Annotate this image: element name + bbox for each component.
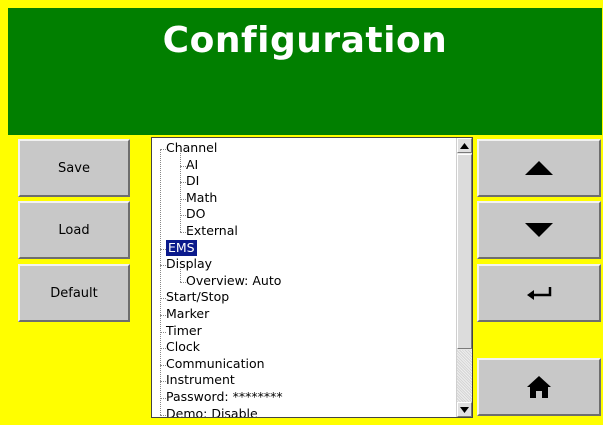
tree-item[interactable]: Channel [166,140,217,156]
tree-item[interactable]: Clock [166,339,200,355]
left-band [0,135,8,425]
tree-connector [160,149,161,415]
tree-item-label: Start/Stop [166,289,230,305]
tree-item-label: Communication [166,355,265,371]
tree-item-label: Demo: Disable [166,405,258,417]
tree-item-label: AI [186,156,199,172]
tree-connector [160,414,166,416]
tree-item-label: DI [186,173,200,189]
load-button[interactable]: Load [18,201,130,259]
tree-item-label: External [186,223,238,238]
tree-item-label: Timer [166,322,202,338]
tree-item-label: Marker [166,306,210,321]
tree-item-label: Clock [166,339,200,355]
tree-item[interactable]: Instrument [166,372,235,388]
tree-item[interactable]: Communication [166,356,265,372]
home-button[interactable] [477,358,601,416]
tree-item[interactable]: Overview: Auto [186,273,281,289]
tree-item[interactable]: Start/Stop [166,289,229,305]
scroll-thumb[interactable] [457,154,472,349]
scroll-up-icon [460,142,469,149]
tree-item[interactable]: Password: ******** [166,389,283,405]
header-bar: Configuration [8,8,602,135]
up-button[interactable] [477,139,601,197]
tree-connector [180,281,186,283]
scroll-track[interactable] [457,350,472,402]
tree-item[interactable]: AI [186,157,198,173]
config-tree[interactable]: Channel AI DI Math DO External EMS Display Overv… [151,137,473,418]
load-label: Load [58,222,90,238]
tree-item[interactable]: Marker [166,306,209,322]
tree-list[interactable]: Channel AI DI Math DO External EMS Display Overv… [152,138,457,417]
tree-item[interactable]: DI [186,173,199,189]
tree-item[interactable]: EMS [166,239,197,256]
home-icon [527,376,551,398]
down-arrow-icon [525,223,553,237]
scroll-down-icon [460,406,469,413]
scrollbar[interactable] [456,138,472,417]
default-button[interactable]: Default [18,264,130,322]
tree-item[interactable]: Display [166,256,212,272]
enter-arrow-icon [527,287,552,300]
tree-item-label: Channel [166,140,218,155]
scroll-up-button[interactable] [457,138,472,153]
save-button[interactable]: Save [18,139,130,197]
enter-button[interactable] [477,264,601,322]
tree-connector [180,153,181,232]
scroll-down-button[interactable] [457,402,472,417]
tree-item-label: EMS [166,239,197,256]
tree-item-label: Display [166,256,213,272]
tree-item-label: Instrument [166,372,235,388]
tree-item-label: Math [186,189,218,205]
tree-item-label: Password: ******** [166,389,283,404]
tree-item[interactable]: Math [186,190,217,206]
tree-item-label: Overview: Auto [186,272,282,288]
tree-item-label: DO [186,206,206,222]
page-title: Configuration [162,20,448,61]
down-button[interactable] [477,201,601,259]
tree-item[interactable]: DO [186,206,205,222]
tree-connector [180,232,186,233]
up-arrow-icon [525,161,553,175]
tree-item[interactable]: External [186,223,238,239]
tree-item[interactable]: Demo: Disable [166,406,258,417]
tree-connector [180,269,181,282]
save-label: Save [58,160,90,176]
tree-item[interactable]: Timer [166,323,202,339]
default-label: Default [50,285,98,301]
